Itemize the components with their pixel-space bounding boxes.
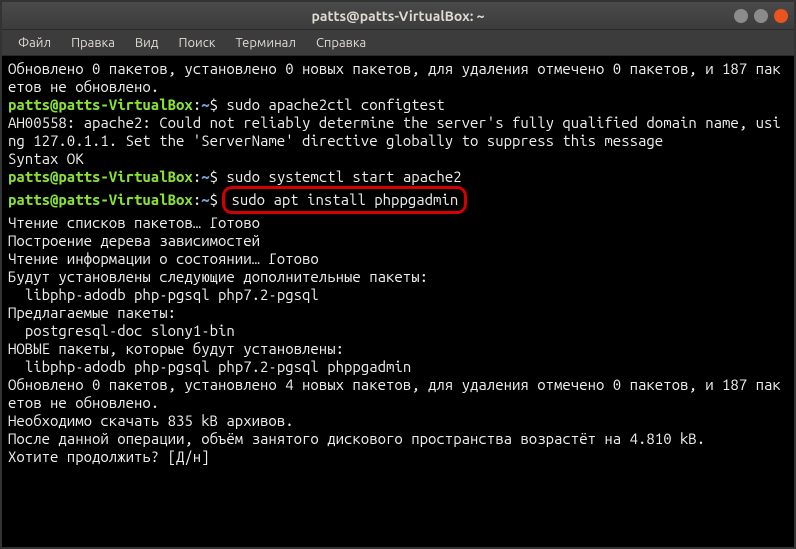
output-line: libphp-adodb php-pgsql php7.2-pgsql xyxy=(8,286,788,304)
menu-file[interactable]: Файл xyxy=(10,34,59,52)
command-text: sudo apache2ctl configtest xyxy=(218,96,445,113)
maximize-button[interactable] xyxy=(754,9,768,23)
prompt-dollar: $ xyxy=(210,96,218,113)
prompt-sep: : xyxy=(193,191,201,208)
prompt-userhost: patts@patts-VirtualBox xyxy=(8,191,193,208)
output-line: Чтение списков пакетов… Готово xyxy=(8,214,788,232)
close-button[interactable] xyxy=(774,9,788,23)
prompt-line: patts@patts-VirtualBox:~$ sudo apache2ct… xyxy=(8,96,788,114)
menu-view[interactable]: Вид xyxy=(127,34,167,52)
prompt-sep: : xyxy=(193,168,201,185)
output-line: Построение дерева зависимостей xyxy=(8,232,788,250)
output-line: После данной операции, объём занятого ди… xyxy=(8,430,788,448)
prompt-path: ~ xyxy=(201,96,209,113)
terminal-output[interactable]: Обновлено 0 пакетов, установлено 0 новых… xyxy=(2,56,794,547)
command-text: sudo systemctl start apache2 xyxy=(218,168,462,185)
prompt-sep: : xyxy=(193,96,201,113)
prompt-line: patts@patts-VirtualBox:~$ sudo systemctl… xyxy=(8,168,788,186)
command-text: sudo apt install phppgadmin xyxy=(231,191,458,208)
output-line: Будут установлены следующие дополнительн… xyxy=(8,268,788,286)
prompt-line-highlighted: patts@patts-VirtualBox:~$ sudo apt insta… xyxy=(8,186,788,214)
output-line: postgresql-doc slony1-bin xyxy=(8,322,788,340)
output-line: Необходимо скачать 835 kB архивов. xyxy=(8,412,788,430)
menu-help[interactable]: Справка xyxy=(308,34,374,52)
menu-terminal[interactable]: Терминал xyxy=(227,34,303,52)
output-line: Обновлено 0 пакетов, установлено 0 новых… xyxy=(8,60,788,96)
prompt-dollar: $ xyxy=(210,168,218,185)
titlebar: patts@patts-VirtualBox: ~ xyxy=(2,2,794,30)
prompt-dollar: $ xyxy=(210,191,218,208)
prompt-userhost: patts@patts-VirtualBox xyxy=(8,168,193,185)
window-title: patts@patts-VirtualBox: ~ xyxy=(312,8,485,24)
terminal-window: patts@patts-VirtualBox: ~ Файл Правка Ви… xyxy=(0,0,796,549)
output-line: НОВЫЕ пакеты, которые будут установлены: xyxy=(8,340,788,358)
output-line: Чтение информации о состоянии… Готово xyxy=(8,250,788,268)
menubar: Файл Правка Вид Поиск Терминал Справка xyxy=(2,30,794,56)
prompt-path: ~ xyxy=(201,191,209,208)
output-line: libphp-adodb php-pgsql php7.2-pgsql phpp… xyxy=(8,358,788,376)
menu-edit[interactable]: Правка xyxy=(63,34,123,52)
menu-search[interactable]: Поиск xyxy=(170,34,223,52)
output-line: Предлагаемые пакеты: xyxy=(8,304,788,322)
output-line: Syntax OK xyxy=(8,150,788,168)
output-line: AH00558: apache2: Could not reliably det… xyxy=(8,114,788,150)
prompt-path: ~ xyxy=(201,168,209,185)
highlighted-command: sudo apt install phppgadmin xyxy=(222,186,467,214)
output-line: Хотите продолжить? [Д/н] xyxy=(8,448,788,466)
prompt-userhost: patts@patts-VirtualBox xyxy=(8,96,193,113)
minimize-button[interactable] xyxy=(734,9,748,23)
output-line: Обновлено 0 пакетов, установлено 4 новых… xyxy=(8,376,788,412)
window-controls xyxy=(734,9,788,23)
